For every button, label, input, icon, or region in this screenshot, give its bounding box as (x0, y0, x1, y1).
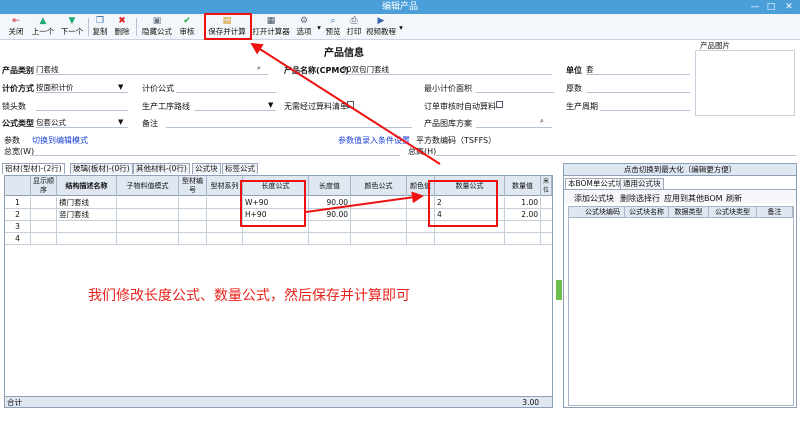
annotation-text: 我们修改长度公式、数量公式，然后保存并计算即可 (88, 288, 410, 304)
arrow-to-quantity (305, 191, 424, 213)
arrow-to-save (250, 42, 441, 165)
annotation-arrows (250, 42, 441, 213)
